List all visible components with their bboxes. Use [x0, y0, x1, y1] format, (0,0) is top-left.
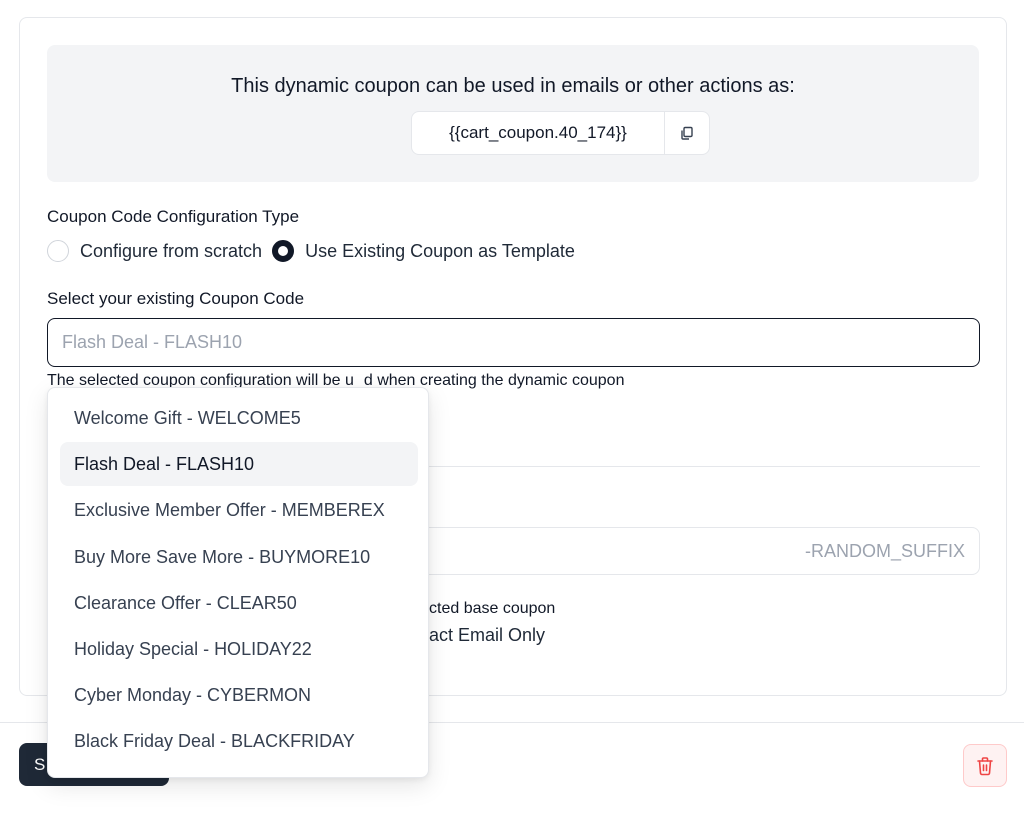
info-title: This dynamic coupon can be used in email… — [231, 75, 795, 97]
dropdown-option[interactable]: Cyber Monday - CYBERMON — [60, 673, 418, 717]
radio-configure-from-scratch-label[interactable]: Configure from scratch — [80, 241, 262, 262]
dropdown-option-selected[interactable]: Flash Deal - FLASH10 — [60, 442, 418, 486]
dropdown-option[interactable]: Black Friday Deal - BLACKFRIDAY — [60, 719, 418, 763]
coupon-dropdown-menu: Welcome Gift - WELCOME5 Flash Deal - FLA… — [47, 387, 429, 778]
dropdown-option[interactable]: Clearance Offer - CLEAR50 — [60, 581, 418, 625]
radio-use-existing-template[interactable] — [272, 240, 295, 262]
base-coupon-note: cted base coupon — [429, 600, 556, 617]
dropdown-option[interactable]: Holiday Special - HOLIDAY22 — [60, 627, 418, 671]
dynamic-coupon-info-box: This dynamic coupon can be used in email… — [47, 45, 979, 182]
coupon-token-text[interactable]: {{cart_coupon.40_174}} — [412, 112, 665, 154]
trash-icon — [977, 756, 993, 775]
config-type-label: Coupon Code Configuration Type — [47, 207, 300, 226]
dropdown-option[interactable]: Welcome Gift - WELCOME5 — [60, 396, 418, 440]
existing-coupon-selected-value: Flash Deal - FLASH10 — [62, 332, 243, 352]
delete-button[interactable] — [963, 744, 1007, 787]
coupon-token-field: {{cart_coupon.40_174}} — [411, 111, 710, 155]
dropdown-option[interactable]: Buy More Save More - BUYMORE10 — [60, 535, 418, 579]
radio-use-existing-template-label[interactable]: Use Existing Coupon as Template — [305, 241, 575, 262]
contact-email-only-label: act Email Only — [429, 625, 546, 645]
config-type-radio-group: Configure from scratch Use Existing Coup… — [47, 238, 585, 264]
existing-coupon-select[interactable]: Flash Deal - FLASH10 — [47, 318, 980, 367]
radio-configure-from-scratch[interactable] — [47, 240, 69, 262]
dropdown-option[interactable]: Exclusive Member Offer - MEMBEREX — [60, 488, 418, 532]
coupon-suffix-placeholder: -RANDOM_SUFFIX — [804, 540, 965, 561]
copy-icon — [681, 126, 693, 140]
copy-button[interactable] — [665, 112, 709, 154]
existing-coupon-label: Select your existing Coupon Code — [47, 289, 305, 308]
